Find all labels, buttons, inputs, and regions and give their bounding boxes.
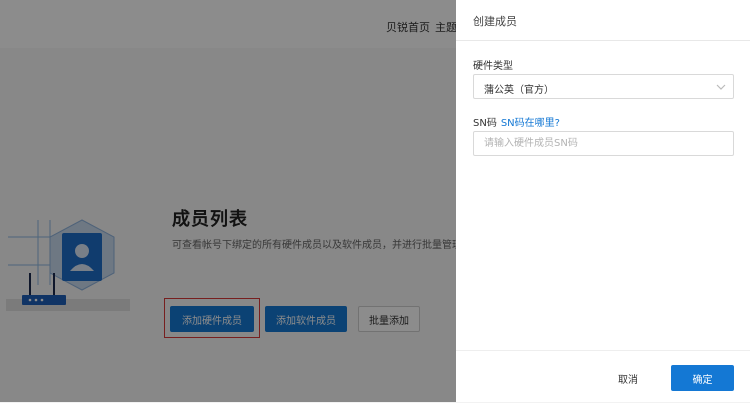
chevron-down-icon [716, 84, 726, 90]
drawer-header: 创建成员 [456, 0, 750, 41]
sn-input[interactable] [473, 131, 734, 156]
sn-label: SN码 [473, 118, 497, 129]
cancel-button[interactable]: 取消 [606, 366, 650, 390]
hardware-type-label: 硬件类型 [473, 61, 513, 72]
drawer-title: 创建成员 [473, 15, 517, 28]
hardware-type-value: 蒲公英（官方） [484, 85, 554, 96]
drawer-footer: 取消 确定 [456, 350, 750, 403]
sn-help-link[interactable]: SN码在哪里? [501, 118, 560, 129]
confirm-button[interactable]: 确定 [671, 365, 734, 391]
create-member-drawer: 创建成员 硬件类型 蒲公英（官方） SN码 SN码在哪里? 取消 确定 [456, 0, 750, 402]
hardware-type-select[interactable]: 蒲公英（官方） [473, 74, 734, 99]
sn-label-row: SN码 SN码在哪里? [473, 114, 560, 129]
